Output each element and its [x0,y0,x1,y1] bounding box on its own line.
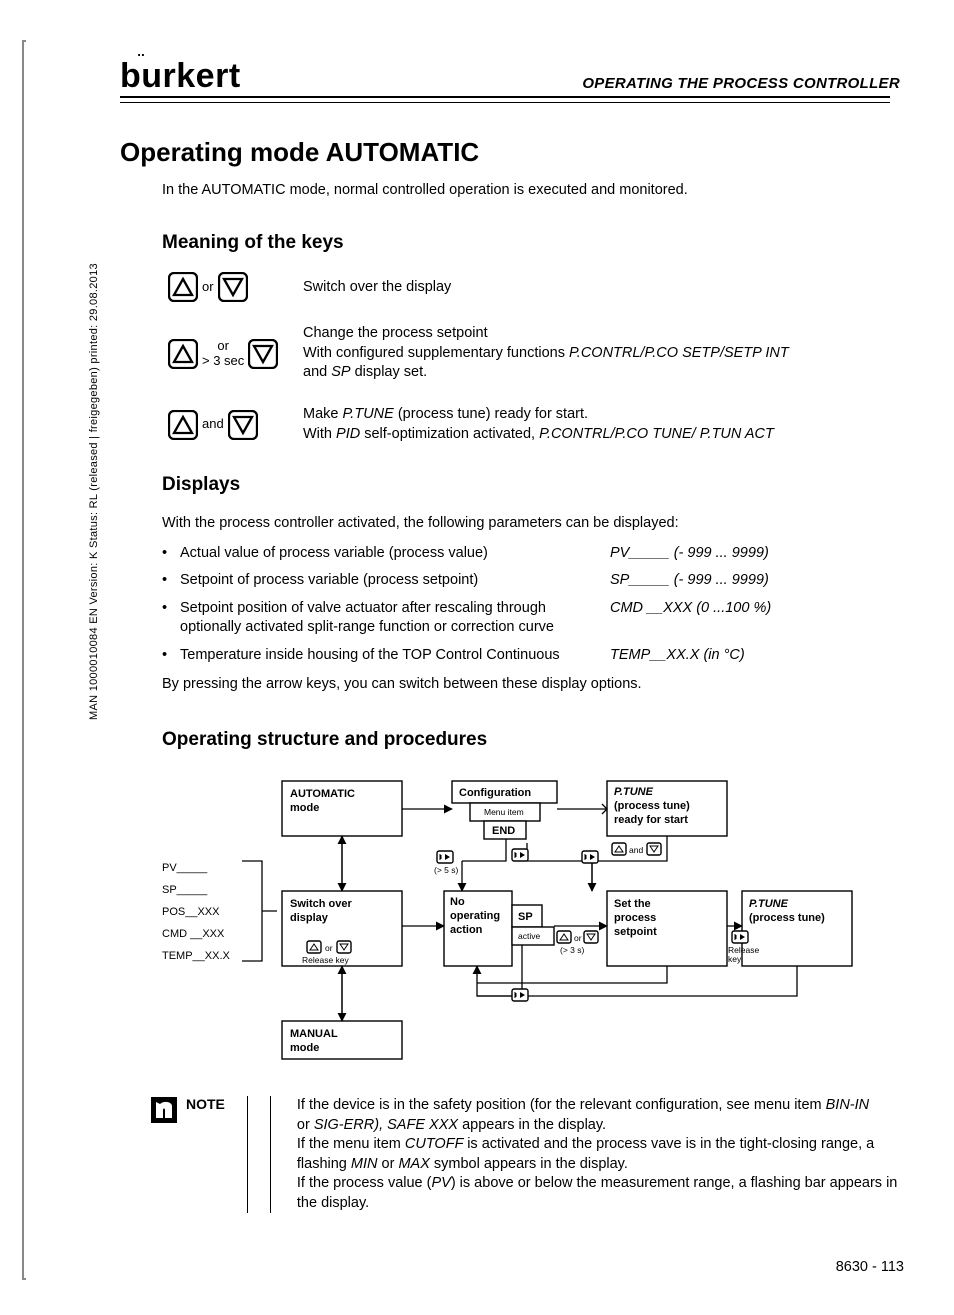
heading-keys: Meaning of the keys [162,232,900,254]
svg-text:operating: operating [450,910,500,922]
key-desc: Switch over the display [303,278,451,298]
list-item: Setpoint of process variable (process se… [162,571,900,591]
arrow-up-key-icon [168,272,198,302]
rule [120,102,890,103]
arrow-down-key-icon [228,410,258,440]
svg-text:mode: mode [290,802,319,814]
operating-structure-diagram: .bx{fill:#fff;stroke:#000;stroke-width:1… [162,771,900,1066]
heading-structure: Operating structure and procedures [162,729,900,751]
section-title: OPERATING THE PROCESS CONTROLLER [582,75,900,92]
key-desc: Make P.TUNE (process tune) ready for sta… [303,405,774,444]
svg-text:TEMP__XX.X: TEMP__XX.X [162,950,231,962]
svg-text:Menu item: Menu item [484,807,524,817]
svg-text:P.TUNE: P.TUNE [614,786,654,798]
svg-text:or: or [325,943,333,953]
brand-logo: ¨ burkert [120,60,241,92]
svg-text:mode: mode [290,1042,319,1054]
svg-text:PV_____: PV_____ [162,862,208,874]
svg-text:active: active [518,931,540,941]
svg-text:(process tune): (process tune) [614,800,690,812]
displays-intro: With the process controller activated, t… [162,514,900,534]
list-item: Actual value of process variable (proces… [162,544,900,564]
svg-text:(process tune): (process tune) [749,912,825,924]
list-item: Temperature inside housing of the TOP Co… [162,646,900,666]
page-header: ¨ burkert OPERATING THE PROCESS CONTROLL… [120,60,900,92]
note-hand-icon [150,1096,178,1124]
svg-text:action: action [450,924,483,936]
arrow-up-key-icon [168,339,198,369]
note-label: NOTE [186,1096,225,1112]
key-between-label: or [202,280,214,294]
svg-text:P.TUNE: P.TUNE [749,898,789,910]
svg-text:Switch over: Switch over [290,898,352,910]
page-footer: 8630 - 113 [836,1259,904,1275]
key-between-label: or> 3 sec [202,339,244,368]
svg-text:process: process [614,912,656,924]
crop-mark [22,40,26,1280]
svg-text:CMD __XXX: CMD __XXX [162,928,225,940]
note-block: NOTE If the device is in the safety posi… [150,1096,900,1213]
note-text: If the device is in the safety position … [287,1096,900,1213]
key-row: or Switch over the display [168,272,900,302]
display-list: Actual value of process variable (proces… [162,544,900,666]
svg-text:Release key: Release key [302,955,350,965]
key-between-label: and [202,417,224,431]
svg-text:AUTOMATIC: AUTOMATIC [290,788,355,800]
svg-text:SP_____: SP_____ [162,884,208,896]
svg-text:key: key [728,954,742,964]
svg-text:Set the: Set the [614,898,651,910]
svg-text:Configuration: Configuration [459,787,531,799]
svg-text:or: or [574,933,582,943]
key-row: and Make P.TUNE (process tune) ready for… [168,405,900,444]
svg-text:(> 5 s): (> 5 s) [434,865,458,875]
svg-text:and: and [629,845,643,855]
displays-tail: By pressing the arrow keys, you can swit… [162,675,900,695]
rule [120,96,890,98]
svg-text:POS__XXX: POS__XXX [162,906,220,918]
svg-text:display: display [290,912,329,924]
svg-text:No: No [450,896,465,908]
svg-text:MANUAL: MANUAL [290,1028,338,1040]
heading-displays: Displays [162,474,900,496]
svg-text:SP: SP [518,911,533,923]
key-row: or> 3 sec Change the process setpoint Wi… [168,324,900,383]
svg-text:ready for start: ready for start [614,814,688,826]
side-meta-text: MAN 1000010084 EN Version: K Status: RL … [88,263,100,720]
key-desc: Change the process setpoint With configu… [303,324,789,383]
arrow-down-key-icon [218,272,248,302]
page-title: Operating mode AUTOMATIC [120,137,900,168]
arrow-up-key-icon [168,410,198,440]
svg-text:END: END [492,825,515,837]
arrow-down-key-icon [248,339,278,369]
intro-text: In the AUTOMATIC mode, normal controlled… [162,182,900,198]
svg-text:(> 3 s): (> 3 s) [560,945,584,955]
list-item: Setpoint position of valve actuator afte… [162,599,900,638]
svg-text:setpoint: setpoint [614,926,657,938]
